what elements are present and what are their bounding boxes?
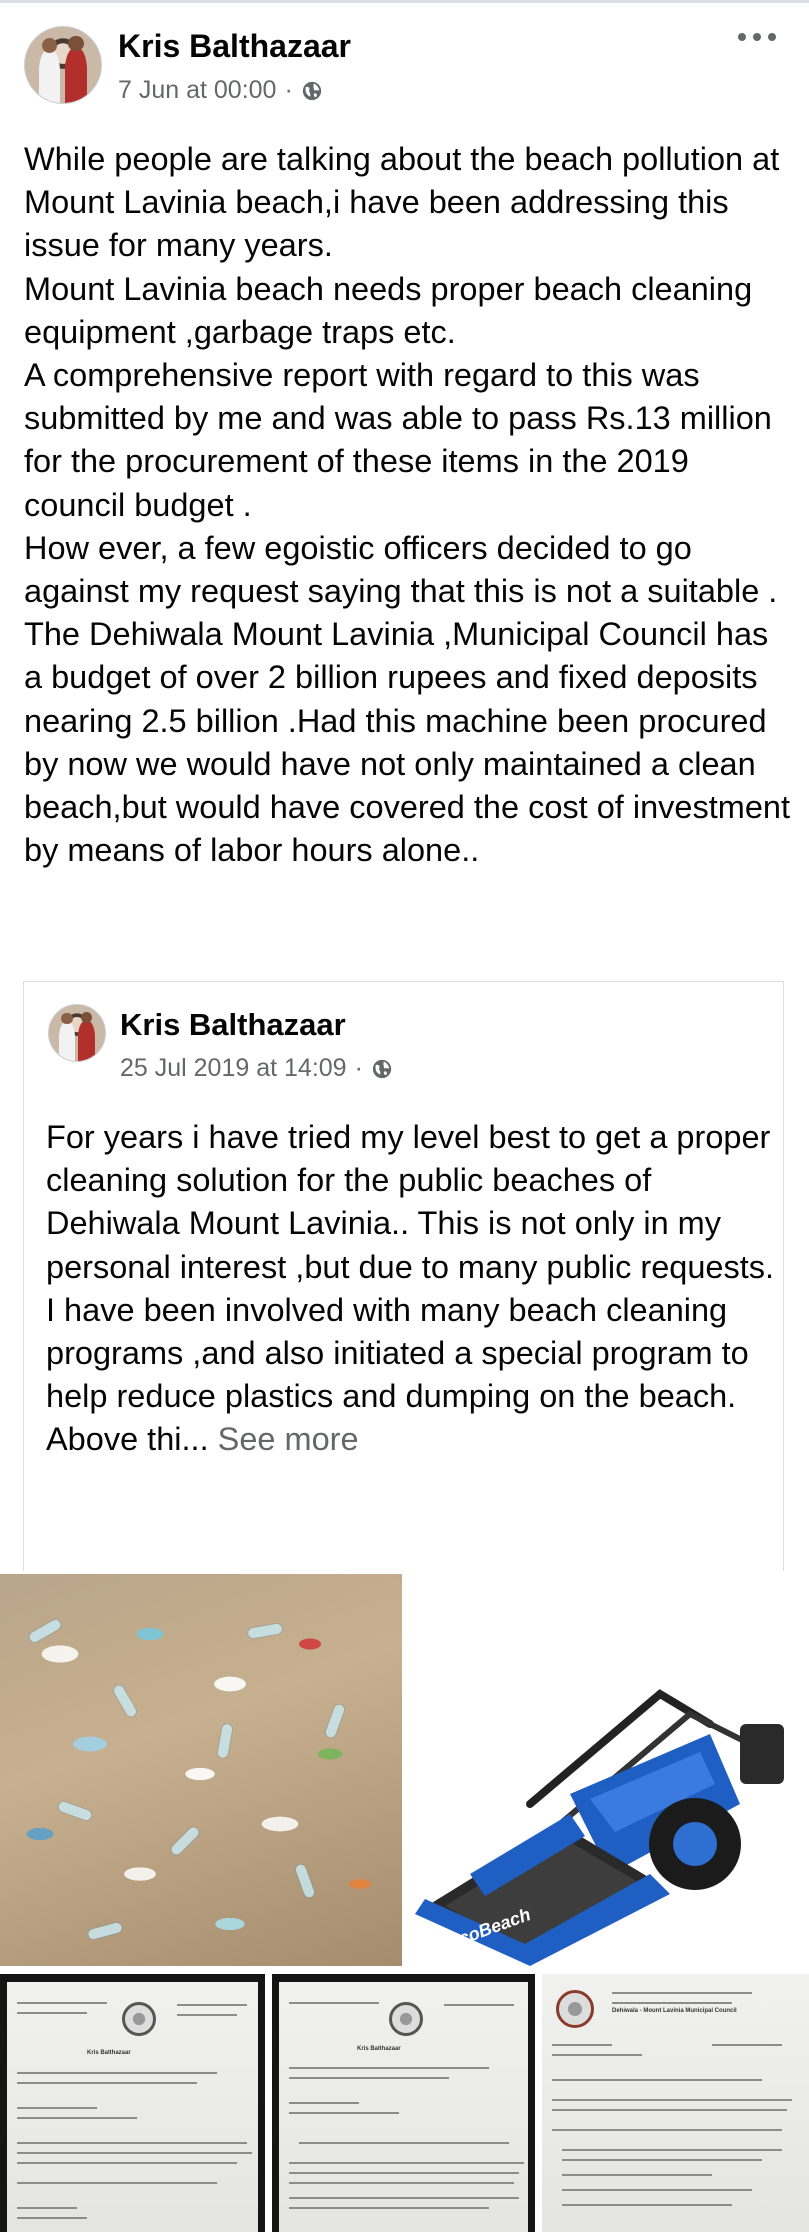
post-meta: 7 Jun at 00:00 · <box>118 76 323 105</box>
globe-icon <box>372 1059 392 1078</box>
beach-pollution-photo[interactable] <box>0 1574 402 1966</box>
ellipsis: ... <box>181 1421 218 1458</box>
see-more-link[interactable]: See more <box>218 1421 359 1457</box>
meta-separator: · <box>284 76 293 104</box>
shared-post-text: For years i have tried my level best to … <box>46 1119 775 1458</box>
author-avatar[interactable] <box>24 26 102 104</box>
shared-post-timestamp[interactable]: 25 Jul 2019 at 14:09 <box>120 1054 347 1083</box>
doc-header-1: Kris Balthazaar <box>87 2050 131 2056</box>
doc-header-2: Kris Balthazaar <box>357 2046 401 2052</box>
shared-meta-separator: · <box>354 1054 363 1082</box>
machine-illustration: EcoBeach <box>415 1689 784 1966</box>
shared-post-body-text: For years i have tried my level best to … <box>46 1116 786 1462</box>
post-body-text: While people are talking about the beach… <box>24 141 791 869</box>
beach-cleaner-machine-photo[interactable]: EcoBeach <box>410 1574 809 1966</box>
shared-author-avatar[interactable] <box>48 1004 106 1062</box>
shared-post-meta: 25 Jul 2019 at 14:09 · <box>120 1054 393 1083</box>
globe-icon <box>302 81 321 100</box>
top-divider <box>0 0 809 3</box>
document-photo-3[interactable]: Dehiwala - Mount Lavinia Municipal Counc… <box>542 1974 809 2232</box>
post-timestamp[interactable]: 7 Jun at 00:00 <box>118 76 276 105</box>
doc-header-3: Dehiwala - Mount Lavinia Municipal Counc… <box>612 2008 737 2014</box>
shared-author-name[interactable]: Kris Balthazaar <box>120 1007 346 1043</box>
more-options-icon[interactable] <box>738 30 776 44</box>
document-photo-2[interactable]: Kris Balthazaar <box>272 1974 535 2232</box>
document-photo-1[interactable]: Kris Balthazaar <box>0 1974 265 2232</box>
author-name[interactable]: Kris Balthazaar <box>118 28 351 65</box>
